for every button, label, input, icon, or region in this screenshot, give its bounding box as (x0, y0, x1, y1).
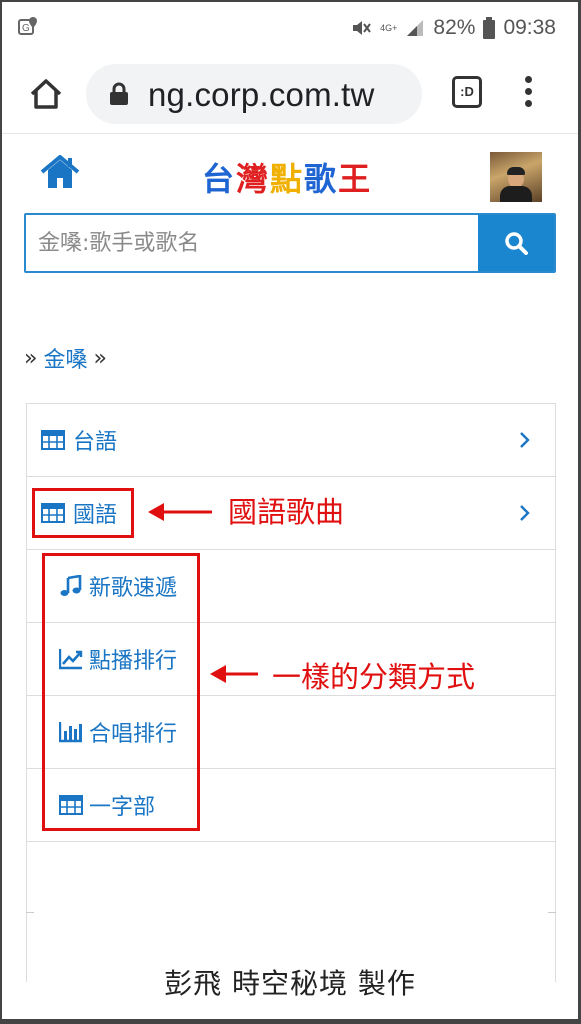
annotation-same-categories: 一樣的分類方式 (272, 660, 476, 694)
battery-icon (483, 17, 496, 39)
breadcrumb: » 金嗓 » (24, 342, 107, 374)
battery-percent: 82% (433, 16, 476, 39)
network-type: 4G+ (380, 22, 398, 33)
breadcrumb-link-jinsang[interactable]: 金嗓 (43, 342, 87, 374)
signal-icon (407, 20, 424, 36)
chevron-right-icon (520, 432, 530, 448)
footer-credit: 彭飛 時空秘境 製作 (164, 967, 416, 1000)
divider (548, 912, 556, 913)
tab-switcher-button[interactable]: :D (452, 76, 482, 108)
menu-item-taiwanese[interactable]: 台語 (27, 404, 555, 477)
title-char: 歌 (304, 160, 339, 198)
title-char: 灣 (236, 160, 271, 198)
breadcrumb-separator: » (93, 345, 107, 371)
url-text: ng.corp.com.tw (148, 76, 375, 113)
table-icon (41, 430, 65, 450)
search-input[interactable] (26, 215, 480, 271)
arrow-left-icon (148, 503, 212, 521)
chevron-right-icon (520, 505, 530, 521)
menu-item-label: 台語 (73, 430, 118, 455)
site-home-icon[interactable] (40, 154, 80, 190)
browser-home-icon[interactable] (26, 74, 66, 114)
lock-icon (110, 82, 128, 105)
status-right: 4G+ 82% 09:38 (350, 16, 556, 40)
divider (26, 912, 34, 913)
breadcrumb-separator: » (24, 345, 38, 371)
browser-toolbar: ng.corp.com.tw :D (2, 58, 578, 134)
site-title[interactable]: 台灣點歌王 (202, 154, 372, 200)
search-form (24, 213, 556, 273)
title-char: 點 (270, 160, 305, 198)
address-bar[interactable]: ng.corp.com.tw (86, 64, 422, 124)
arrow-left-icon (210, 665, 258, 683)
svg-text:G: G (22, 23, 30, 34)
screenshot-frame: G 4G+ 82% 09:38 ng.corp.com.tw:D 台灣點歌王 … (0, 0, 581, 1024)
overflow-menu-icon[interactable] (518, 74, 538, 114)
status-bar: G 4G+ 82% 09:38 (2, 2, 578, 58)
highlight-box-subcategories (42, 553, 200, 831)
location-g-icon: G (18, 17, 37, 35)
avatar[interactable] (490, 152, 542, 202)
menu-blank-area (27, 842, 555, 982)
mute-icon (353, 21, 371, 35)
title-char: 台 (202, 160, 237, 198)
annotation-mandarin-songs: 國語歌曲 (228, 495, 345, 529)
site-header: 台灣點歌王 (2, 136, 578, 212)
highlight-box-mandarin (32, 488, 134, 538)
title-char: 王 (338, 160, 373, 198)
search-icon (505, 232, 528, 255)
search-button[interactable] (478, 215, 554, 271)
clock: 09:38 (503, 16, 556, 39)
